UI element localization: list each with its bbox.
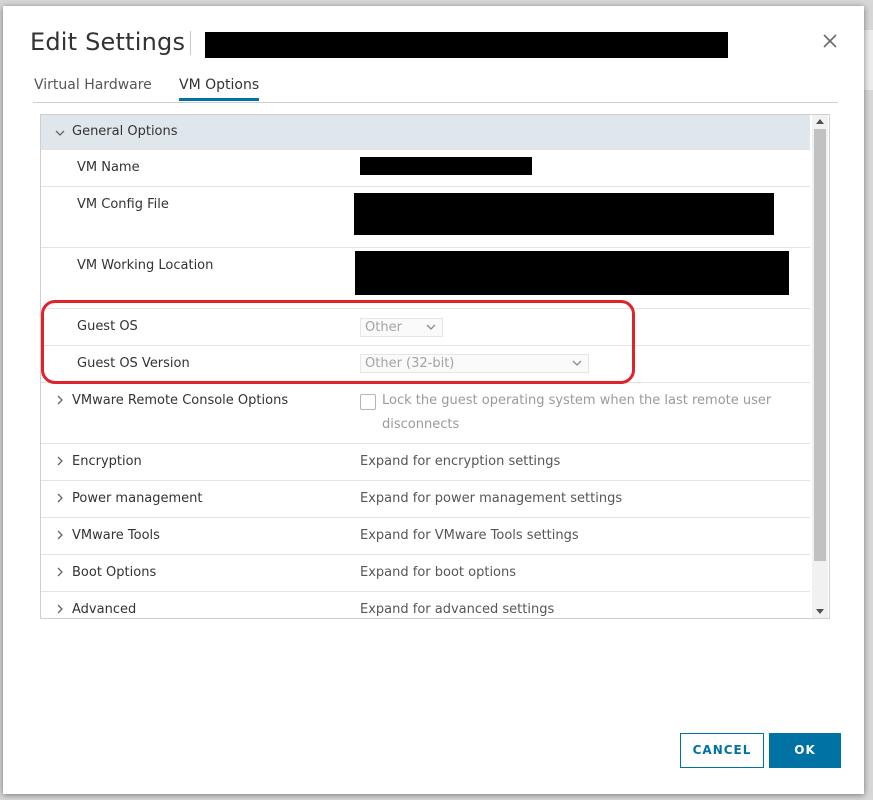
power-management-label: Power management xyxy=(72,491,203,506)
cancel-button[interactable]: CANCEL xyxy=(680,733,764,768)
general-options-label: General Options xyxy=(72,124,178,139)
guest-os-version-row: Guest OS Version Other (32-bit) xyxy=(41,346,810,383)
redacted-vm-config-file xyxy=(354,193,774,235)
close-icon xyxy=(823,34,837,48)
vertical-scrollbar[interactable] xyxy=(812,115,828,618)
chevron-right-icon xyxy=(57,456,63,466)
lock-guest-os-checkbox[interactable] xyxy=(360,394,376,410)
vm-name-label: VM Name xyxy=(77,160,140,175)
vm-config-file-label: VM Config File xyxy=(77,197,169,212)
tab-virtual-hardware[interactable]: Virtual Hardware xyxy=(34,76,152,100)
vmware-tools-value: Expand for VMware Tools settings xyxy=(360,528,579,543)
vm-name-row: VM Name xyxy=(41,150,810,187)
scroll-up-arrow-icon[interactable] xyxy=(816,118,824,126)
vmware-tools-label: VMware Tools xyxy=(72,528,160,543)
vmware-tools-row[interactable]: VMware Tools Expand for VMware Tools set… xyxy=(41,518,810,555)
remote-console-row[interactable]: VMware Remote Console Options Lock the g… xyxy=(41,383,810,444)
guest-os-value: Other xyxy=(365,320,402,335)
boot-options-label: Boot Options xyxy=(72,565,157,580)
guest-os-row: Guest OS Other xyxy=(41,309,810,346)
scrollbar-thumb[interactable] xyxy=(814,129,826,561)
chevron-right-icon xyxy=(57,530,63,540)
tab-bar: Virtual Hardware VM Options xyxy=(33,76,838,103)
chevron-down-icon xyxy=(426,324,436,330)
encryption-row[interactable]: Encryption Expand for encryption setting… xyxy=(41,444,810,481)
redacted-vm-name-title xyxy=(205,32,728,58)
advanced-row[interactable]: Advanced Expand for advanced settings xyxy=(41,592,810,618)
title-separator xyxy=(190,31,191,55)
guest-os-version-value: Other (32-bit) xyxy=(365,356,455,371)
advanced-label: Advanced xyxy=(72,602,137,617)
boot-options-value: Expand for boot options xyxy=(360,565,517,580)
tab-vm-options[interactable]: VM Options xyxy=(179,76,260,101)
power-management-value: Expand for power management settings xyxy=(360,491,623,506)
power-management-row[interactable]: Power management Expand for power manage… xyxy=(41,481,810,518)
chevron-right-icon xyxy=(57,395,63,405)
guest-os-label: Guest OS xyxy=(77,319,138,334)
remote-console-label: VMware Remote Console Options xyxy=(72,393,289,408)
vm-config-file-row: VM Config File xyxy=(41,187,810,248)
guest-os-version-select[interactable]: Other (32-bit) xyxy=(360,354,589,373)
chevron-right-icon xyxy=(57,493,63,503)
guest-os-version-label: Guest OS Version xyxy=(77,356,190,371)
chevron-right-icon xyxy=(57,604,63,614)
advanced-value: Expand for advanced settings xyxy=(360,602,555,617)
lock-guest-os-text: Lock the guest operating system when the… xyxy=(382,393,772,432)
scroll-down-arrow-icon[interactable] xyxy=(816,607,824,615)
vm-working-location-row: VM Working Location xyxy=(41,248,810,309)
vm-options-panel: General Options VM Name VM Config File V… xyxy=(40,114,830,619)
chevron-down-icon xyxy=(55,130,65,136)
options-list: General Options VM Name VM Config File V… xyxy=(41,115,810,618)
edit-settings-dialog: Edit Settings Virtual Hardware VM Option… xyxy=(3,6,864,794)
vm-working-location-label: VM Working Location xyxy=(77,258,214,273)
chevron-down-icon xyxy=(572,360,582,366)
redacted-vm-name-input[interactable] xyxy=(360,157,532,175)
encryption-label: Encryption xyxy=(72,454,142,469)
close-button[interactable] xyxy=(819,30,841,52)
redacted-vm-working-location xyxy=(355,251,789,295)
boot-options-row[interactable]: Boot Options Expand for boot options xyxy=(41,555,810,592)
ok-button[interactable]: OK xyxy=(769,733,841,768)
general-options-header[interactable]: General Options xyxy=(41,115,810,150)
guest-os-select[interactable]: Other xyxy=(360,318,443,337)
chevron-right-icon xyxy=(57,567,63,577)
encryption-value: Expand for encryption settings xyxy=(360,454,561,469)
dialog-title: Edit Settings xyxy=(30,28,186,56)
